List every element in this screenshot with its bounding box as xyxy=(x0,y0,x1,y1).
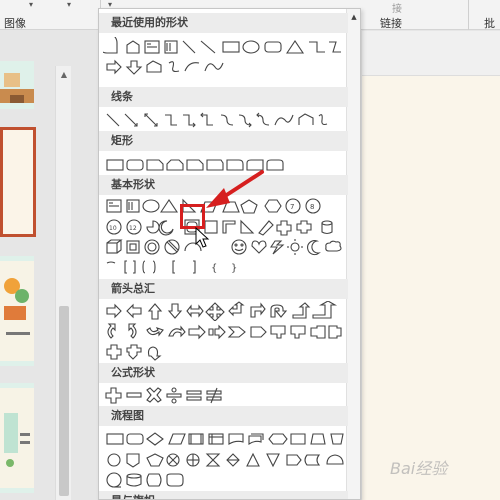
ribbon-partial-label: 接 xyxy=(392,4,402,15)
block-arrow-icons-2[interactable] xyxy=(103,322,348,342)
slide-canvas[interactable] xyxy=(362,31,500,500)
svg-text:10: 10 xyxy=(109,225,117,232)
equation-shape-icons[interactable] xyxy=(103,385,348,405)
flowchart-icons-2[interactable] xyxy=(103,450,348,470)
scrollbar-thumb[interactable] xyxy=(59,306,69,496)
section-lines: 线条 xyxy=(99,87,348,107)
svg-text:8: 8 xyxy=(310,203,314,211)
basic-shape-icons-2[interactable]: 10 12 xyxy=(103,217,348,237)
section-recent-shapes: 最近使用的形状 xyxy=(99,13,348,33)
basic-shapes-row-4[interactable]: { } xyxy=(103,257,348,277)
basic-shapes-row-1[interactable]: 7 8 xyxy=(103,196,348,216)
section-stars-banners: 星与旗帜 xyxy=(99,491,348,499)
slide-thumbnail[interactable] xyxy=(0,61,34,109)
scroll-up-icon[interactable]: ▲ xyxy=(349,12,359,22)
recent-shapes-row-1[interactable] xyxy=(103,37,348,57)
slide-thumbnail-illustration xyxy=(0,388,34,488)
ribbon-link-label[interactable]: 链接 xyxy=(380,15,402,31)
svg-text:{: { xyxy=(211,263,217,274)
scroll-up-icon[interactable]: ▲ xyxy=(56,68,72,82)
selected-shape-highlight[interactable] xyxy=(180,204,205,229)
lines-row[interactable] xyxy=(103,110,348,130)
flowchart-row-3[interactable] xyxy=(103,470,348,490)
block-arrows-row-2[interactable] xyxy=(103,322,348,342)
flowchart-row-2[interactable] xyxy=(103,450,348,470)
chevron-down-icon[interactable]: ▾ xyxy=(62,0,76,12)
section-equation-shapes: 公式形状 xyxy=(99,363,348,383)
recent-shapes-icons[interactable] xyxy=(103,37,348,57)
basic-shape-icons-4[interactable]: { } xyxy=(103,257,348,277)
slide-thumbnail-illustration xyxy=(0,73,34,103)
slide-thumbnail[interactable] xyxy=(0,256,34,366)
basic-shapes-row-3[interactable] xyxy=(103,237,348,257)
block-arrows-row-3[interactable] xyxy=(103,342,348,362)
shapes-dropdown-panel: ▲ 最近使用的形状 线条 矩形 基本形状 7 8 10 12 {} 箭头总汇 … xyxy=(98,8,361,500)
slide-thumbnail-selected[interactable] xyxy=(0,127,36,237)
slide-thumbnail[interactable] xyxy=(0,383,34,493)
flowchart-row-1[interactable] xyxy=(103,429,348,449)
rectangles-row[interactable] xyxy=(103,155,348,175)
section-basic-shapes: 基本形状 xyxy=(99,175,348,195)
thumbnail-scrollbar[interactable]: ▲ xyxy=(55,66,71,500)
ribbon-image-label[interactable]: 图像 xyxy=(4,15,26,31)
svg-text:7: 7 xyxy=(290,203,294,211)
section-block-arrows: 箭头总汇 xyxy=(99,279,348,299)
ribbon-batch-label[interactable]: 批 xyxy=(484,15,495,31)
block-arrow-icons-1[interactable] xyxy=(103,301,348,321)
chevron-down-icon[interactable]: ▾ xyxy=(24,0,38,12)
svg-text:}: } xyxy=(231,263,237,274)
section-rectangles: 矩形 xyxy=(99,131,348,151)
watermark-text: Bai经验 xyxy=(390,459,448,478)
basic-shapes-row-2[interactable]: 10 12 xyxy=(103,217,348,237)
block-arrow-icons-3[interactable] xyxy=(103,342,348,362)
panel-scrollbar[interactable]: ▲ xyxy=(346,9,360,499)
flowchart-icons-1[interactable] xyxy=(103,429,348,449)
line-shape-icons[interactable] xyxy=(103,110,348,130)
recent-shapes-row-2[interactable] xyxy=(103,57,348,77)
flowchart-icons-3[interactable] xyxy=(103,470,348,490)
svg-text:12: 12 xyxy=(129,225,137,232)
section-flowchart: 流程图 xyxy=(99,406,348,426)
recent-shapes-icons-2[interactable] xyxy=(103,57,348,77)
rectangle-shape-icons[interactable] xyxy=(103,155,348,175)
equation-shapes-row[interactable] xyxy=(103,385,348,405)
canvas-top-strip xyxy=(362,31,500,76)
basic-shape-icons-3[interactable] xyxy=(103,237,348,257)
slide-thumbnail-illustration xyxy=(0,261,34,361)
block-arrows-row-1[interactable] xyxy=(103,301,348,321)
ribbon-separator xyxy=(468,0,469,30)
basic-shape-icons-1[interactable]: 7 8 xyxy=(103,196,348,216)
